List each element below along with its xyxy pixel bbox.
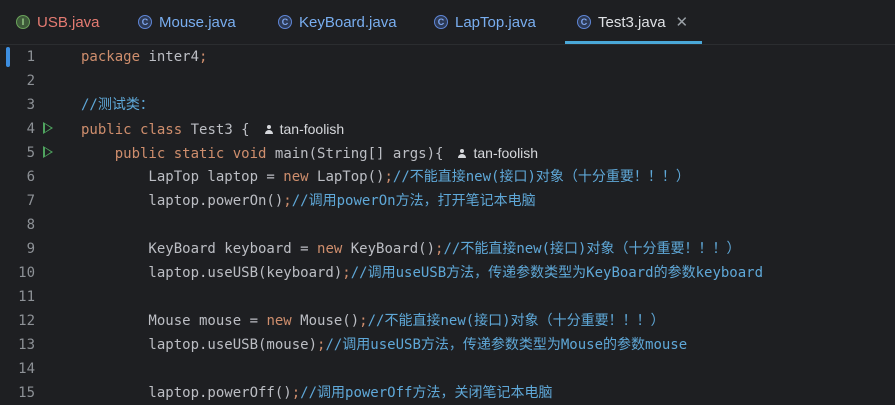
line-number: 4 xyxy=(26,121,35,137)
line-number: 7 xyxy=(26,193,35,209)
author-name: tan-foolish xyxy=(279,121,345,137)
code-line[interactable]: 2 xyxy=(0,69,895,93)
code-line[interactable]: 8 xyxy=(0,213,895,237)
line-number: 8 xyxy=(26,217,35,233)
code-line[interactable]: 12 Mouse mouse = new Mouse();//不能直接new(接… xyxy=(0,309,895,333)
code-text: public static void main(String[] args){t… xyxy=(114,145,539,162)
code-line[interactable]: 15 laptop.powerOff();//调用powerOff方法，关闭笔记… xyxy=(0,381,895,405)
line-number: 13 xyxy=(18,337,35,353)
tab-label: LapTop.java xyxy=(455,13,536,31)
tab-usb-java[interactable]: I USB.java xyxy=(16,0,100,44)
code-line[interactable]: 1 package inter4; xyxy=(0,45,895,69)
line-number: 5 xyxy=(26,145,35,161)
code-line[interactable]: 10 laptop.useUSB(keyboard);//调用useUSB方法，… xyxy=(0,261,895,285)
code-editor[interactable]: 1 package inter4; 2 3 //测试类： 4 public class Te… xyxy=(0,45,895,401)
code-text: laptop.powerOn();//调用powerOn方法，打开笔记本电脑 xyxy=(81,193,536,209)
tab-test3-java[interactable]: C Test3.java ✕ xyxy=(564,0,703,44)
code-text: laptop.useUSB(mouse);//调用useUSB方法，传递参数类型… xyxy=(81,337,688,353)
tab-label: Test3.java xyxy=(598,13,666,31)
editor-tab-bar: I USB.java C Mouse.java C KeyBoard.java … xyxy=(0,0,895,45)
code-line[interactable]: 11 xyxy=(0,285,895,309)
class-icon: C xyxy=(577,15,591,29)
tab-mouse-java[interactable]: C Mouse.java xyxy=(138,0,236,44)
code-line[interactable]: 5 public static void main(String[] args)… xyxy=(0,141,895,165)
code-text: KeyBoard keyboard = new KeyBoard();//不能直… xyxy=(81,241,741,257)
code-line[interactable]: 9 KeyBoard keyboard = new KeyBoard();//不… xyxy=(0,237,895,261)
class-icon: C xyxy=(278,15,292,29)
tab-label: KeyBoard.java xyxy=(299,13,397,31)
line-number: 15 xyxy=(18,385,35,401)
line-number: 9 xyxy=(26,241,35,257)
person-icon xyxy=(264,125,274,135)
line-number: 1 xyxy=(26,49,35,65)
code-text: LapTop laptop = new LapTop();//不能直接new(接… xyxy=(81,169,690,185)
code-text: Mouse mouse = new Mouse();//不能直接new(接口)对… xyxy=(81,313,665,329)
code-line[interactable]: 13 laptop.useUSB(mouse);//调用useUSB方法，传递参… xyxy=(0,333,895,357)
tab-keyboard-java[interactable]: C KeyBoard.java xyxy=(278,0,397,44)
code-line[interactable]: 7 laptop.powerOn();//调用powerOn方法，打开笔记本电脑 xyxy=(0,189,895,213)
line-number: 6 xyxy=(26,169,35,185)
line-number: 11 xyxy=(18,289,35,305)
code-line[interactable]: 14 xyxy=(0,357,895,381)
code-line[interactable]: 6 LapTop laptop = new LapTop();//不能直接new… xyxy=(0,165,895,189)
interface-icon: I xyxy=(16,15,30,29)
class-icon: C xyxy=(434,15,448,29)
tab-laptop-java[interactable]: C LapTop.java xyxy=(434,0,536,44)
code-text: laptop.powerOff();//调用powerOff方法，关闭笔记本电脑 xyxy=(81,385,553,401)
run-gutter-icon[interactable] xyxy=(43,122,53,134)
line-number: 12 xyxy=(18,313,35,329)
close-icon[interactable]: ✕ xyxy=(676,13,689,31)
class-icon: C xyxy=(138,15,152,29)
code-text: package inter4; xyxy=(81,49,208,65)
line-number: 2 xyxy=(26,73,35,89)
code-line[interactable]: 4 public class Test3 {tan-foolish xyxy=(0,117,895,141)
author-hint[interactable]: tan-foolish xyxy=(457,145,538,161)
author-hint[interactable]: tan-foolish xyxy=(264,121,345,137)
tab-label: USB.java xyxy=(37,13,100,31)
line-number: 14 xyxy=(18,361,35,377)
author-name: tan-foolish xyxy=(473,145,539,161)
line-number: 3 xyxy=(26,97,35,113)
code-text: //测试类： xyxy=(81,97,154,113)
code-text: public class Test3 {tan-foolish xyxy=(81,121,345,138)
run-gutter-icon[interactable] xyxy=(43,146,53,158)
tab-label: Mouse.java xyxy=(159,13,236,31)
code-line[interactable]: 3 //测试类： xyxy=(0,93,895,117)
line-number: 10 xyxy=(18,265,35,281)
code-text: laptop.useUSB(keyboard);//调用useUSB方法，传递参… xyxy=(81,265,764,281)
person-icon xyxy=(457,149,467,159)
